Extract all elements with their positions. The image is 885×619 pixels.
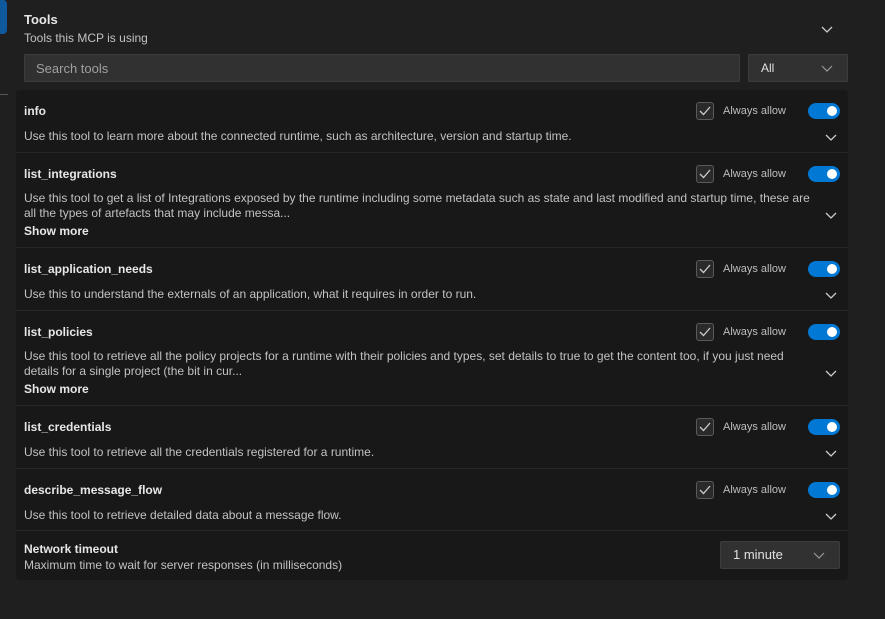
always-allow-checkbox[interactable]	[696, 260, 714, 278]
chevron-down-icon	[813, 552, 825, 559]
tool-description: Use this tool to get a list of Integrati…	[24, 191, 810, 220]
tool-description: Use this tool to learn more about the co…	[24, 129, 572, 143]
chevron-down-icon[interactable]	[825, 367, 837, 379]
always-allow-checkbox[interactable]	[696, 323, 714, 341]
tool-description: Use this tool to retrieve all the policy…	[24, 349, 784, 378]
search-row: All	[24, 54, 848, 82]
tools-section-header[interactable]: Tools Tools this MCP is using	[24, 12, 840, 46]
tool-description: Use this to understand the externals of …	[24, 287, 477, 301]
tool-name: info	[24, 104, 46, 118]
tool-row-list-application-needs: list_application_needs Always allow Use …	[16, 248, 848, 311]
always-allow-label: Always allow	[723, 105, 786, 117]
tool-row-list-integrations: list_integrations Always allow Use this …	[16, 153, 848, 248]
checkmark-icon	[699, 169, 711, 179]
chevron-down-icon[interactable]	[825, 510, 837, 522]
always-allow-label: Always allow	[723, 168, 786, 180]
divider	[0, 94, 8, 95]
always-allow-checkbox[interactable]	[696, 165, 714, 183]
tool-row-info: info Always allow Use this tool to learn…	[16, 90, 848, 153]
section-title: Tools	[24, 12, 58, 27]
tool-name: list_application_needs	[24, 262, 153, 276]
tool-filter-select[interactable]: All	[748, 54, 848, 82]
search-tools-input[interactable]	[24, 54, 740, 82]
always-allow-checkbox[interactable]	[696, 102, 714, 120]
tool-enabled-toggle[interactable]	[808, 419, 840, 435]
tool-description: Use this tool to retrieve detailed data …	[24, 508, 342, 522]
network-timeout-description: Maximum time to wait for server response…	[24, 558, 343, 572]
show-more-link[interactable]: Show more	[24, 382, 89, 396]
always-allow-label: Always allow	[723, 421, 786, 433]
timeout-selected-value: 1 minute	[733, 547, 783, 562]
network-timeout-setting: Network timeout Maximum time to wait for…	[16, 531, 848, 580]
always-allow-label: Always allow	[723, 326, 786, 338]
tool-row-list-credentials: list_credentials Always allow Use this t…	[16, 406, 848, 469]
tool-name: list_credentials	[24, 420, 112, 434]
tool-enabled-toggle[interactable]	[808, 166, 840, 182]
show-more-link[interactable]: Show more	[24, 224, 89, 238]
tool-name: describe_message_flow	[24, 483, 163, 497]
tool-row-list-policies: list_policies Always allow Use this tool…	[16, 311, 848, 406]
chevron-down-icon[interactable]	[820, 22, 834, 36]
always-allow-label: Always allow	[723, 263, 786, 275]
tool-name: list_integrations	[24, 167, 117, 181]
tool-enabled-toggle[interactable]	[808, 324, 840, 340]
activity-indicator	[0, 0, 7, 34]
chevron-down-icon[interactable]	[825, 131, 837, 143]
mcp-tools-panel: Tools Tools this MCP is using All info A…	[16, 0, 848, 619]
always-allow-checkbox[interactable]	[696, 418, 714, 436]
checkmark-icon	[699, 264, 711, 274]
section-subtitle: Tools this MCP is using	[24, 31, 148, 45]
chevron-down-icon	[821, 65, 833, 72]
checkmark-icon	[699, 327, 711, 337]
chevron-down-icon[interactable]	[825, 447, 837, 459]
network-timeout-title: Network timeout	[24, 542, 119, 556]
checkmark-icon	[699, 485, 711, 495]
tool-description: Use this tool to retrieve all the creden…	[24, 445, 375, 459]
checkmark-icon	[699, 106, 711, 116]
checkmark-icon	[699, 422, 711, 432]
network-timeout-select[interactable]: 1 minute	[720, 541, 840, 569]
chevron-down-icon[interactable]	[825, 209, 837, 221]
tool-enabled-toggle[interactable]	[808, 261, 840, 277]
chevron-down-icon[interactable]	[825, 289, 837, 301]
tool-enabled-toggle[interactable]	[808, 482, 840, 498]
tool-name: list_policies	[24, 325, 93, 339]
tool-enabled-toggle[interactable]	[808, 103, 840, 119]
always-allow-checkbox[interactable]	[696, 481, 714, 499]
filter-selected-value: All	[761, 61, 775, 75]
tool-row-describe-message-flow: describe_message_flow Always allow Use t…	[16, 469, 848, 531]
tool-list: info Always allow Use this tool to learn…	[16, 90, 848, 580]
always-allow-label: Always allow	[723, 484, 786, 496]
